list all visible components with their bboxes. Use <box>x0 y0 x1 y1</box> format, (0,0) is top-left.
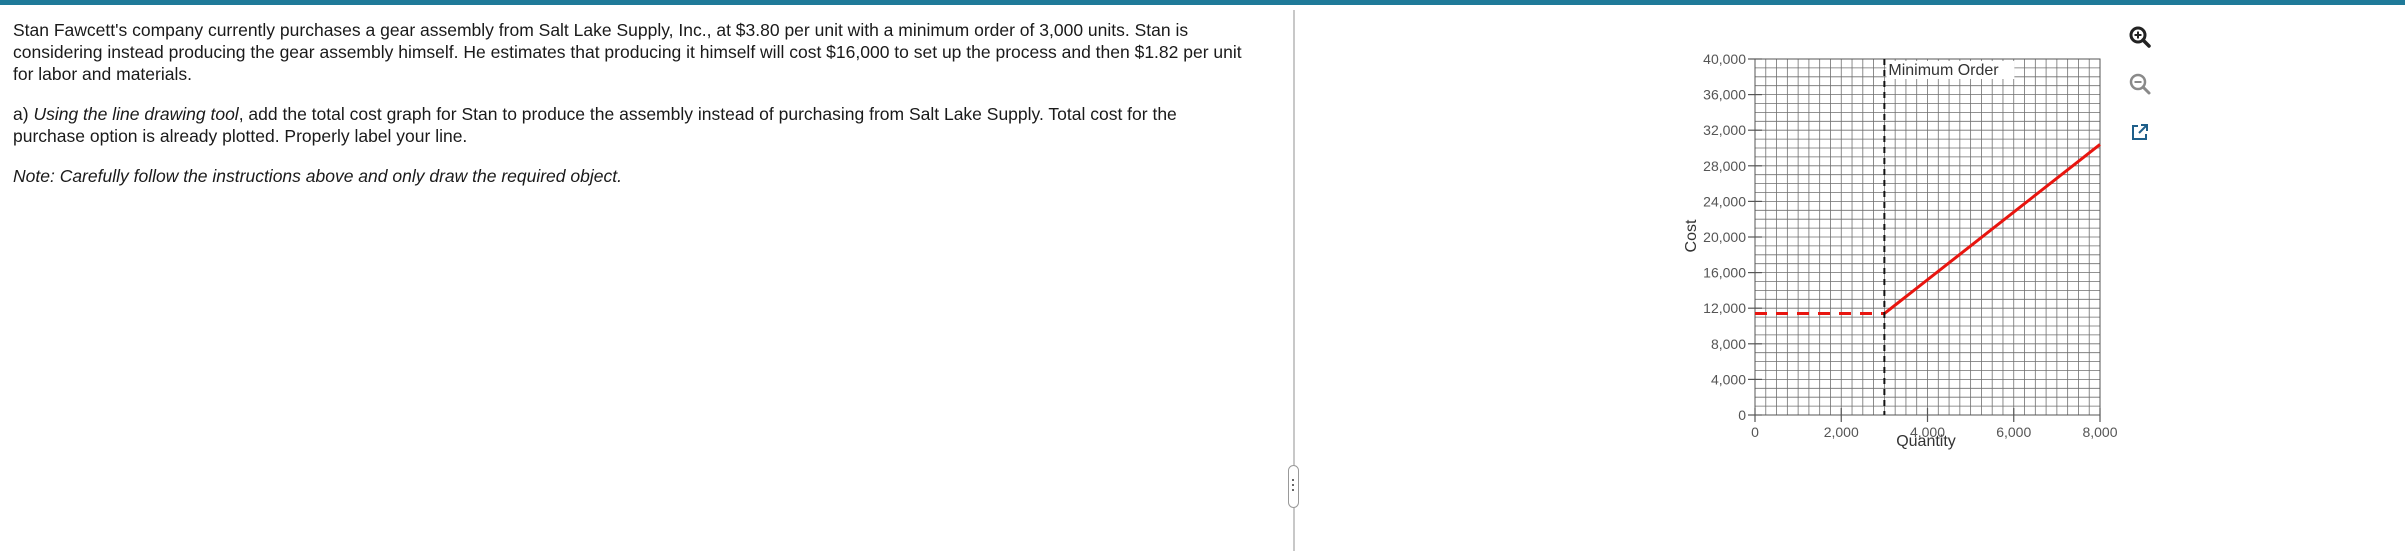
external-link-icon[interactable] <box>2127 119 2153 145</box>
question-text: Stan Fawcett's company currently purchas… <box>13 19 1253 205</box>
y-tick-label: 24,000 <box>1703 193 1746 209</box>
graph-area[interactable]: Minimum Order 0 4,000 8,000 12,000 16,000 20,… <box>1660 40 2140 460</box>
grid-lines <box>1754 58 2101 416</box>
question-pane: Stan Fawcett's company currently purchas… <box>0 5 1293 551</box>
question-note: Note: Carefully follow the instructions … <box>13 166 622 186</box>
y-tick-label: 32,000 <box>1703 122 1746 138</box>
y-tick-label: 40,000 <box>1703 51 1746 67</box>
y-tick-label: 0 <box>1738 407 1746 423</box>
zoom-out-icon[interactable] <box>2127 71 2153 97</box>
y-tick-label: 4,000 <box>1711 371 1746 387</box>
question-intro: Stan Fawcett's company currently purchas… <box>13 20 1242 84</box>
x-tick-label: 0 <box>1751 424 1759 440</box>
x-axis-label: Quantity <box>1896 433 1956 450</box>
y-tick-label: 28,000 <box>1703 158 1746 174</box>
y-tick-label: 8,000 <box>1711 336 1746 352</box>
question-part-a: a) Using the line drawing tool, add the … <box>13 103 1253 147</box>
part-a-italic: Using the line drawing tool <box>33 104 239 124</box>
cost-chart[interactable]: Minimum Order 0 4,000 8,000 12,000 16,000 20,… <box>1660 40 2140 460</box>
minimum-order-label: Minimum Order <box>1888 62 1999 79</box>
y-axis-label: Cost <box>1683 219 1700 252</box>
y-tick-label: 16,000 <box>1703 265 1746 281</box>
part-a-prefix: a) <box>13 104 34 124</box>
x-tick-label: 2,000 <box>1824 424 1859 440</box>
x-tick-label: 8,000 <box>2082 424 2117 440</box>
y-tick-label: 12,000 <box>1703 300 1746 316</box>
axes <box>1748 58 2101 422</box>
zoom-in-icon[interactable] <box>2127 24 2153 50</box>
y-tick-label: 20,000 <box>1703 229 1746 245</box>
x-tick-label: 6,000 <box>1996 424 2031 440</box>
pane-resize-handle[interactable] <box>1288 465 1299 508</box>
drag-dots-icon <box>1292 479 1294 494</box>
y-tick-label: 36,000 <box>1703 87 1746 103</box>
